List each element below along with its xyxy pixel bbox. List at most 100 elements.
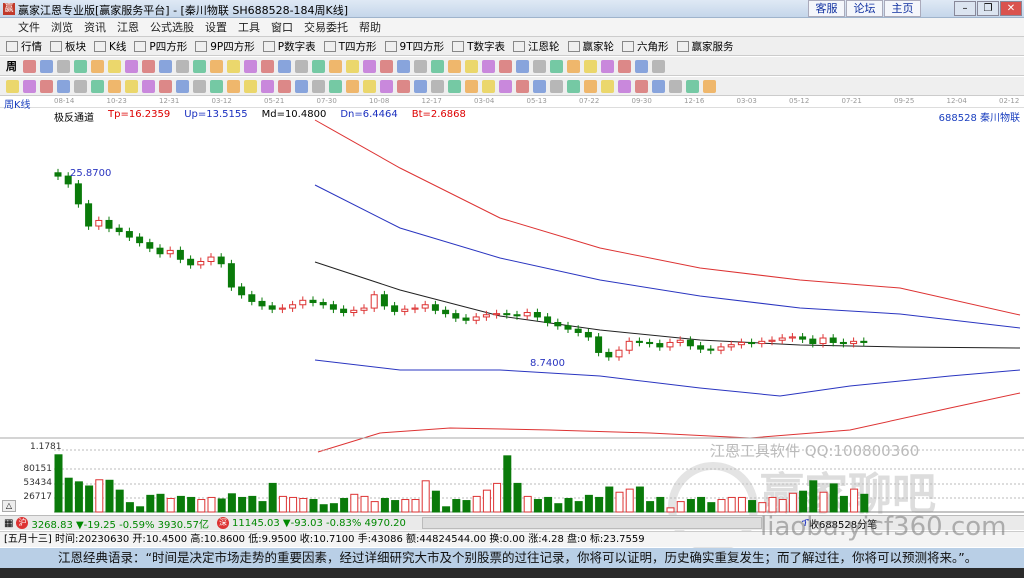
tool-icon[interactable]: [363, 79, 376, 93]
tool-icon[interactable]: [312, 79, 325, 93]
menu-item[interactable]: 文件: [18, 19, 40, 35]
tool-icon[interactable]: [601, 59, 614, 73]
tool-icon[interactable]: [227, 79, 240, 93]
tool-icon[interactable]: [295, 79, 308, 93]
tool-icon[interactable]: [244, 79, 257, 93]
tool-icon[interactable]: [669, 79, 682, 93]
calculator-icon[interactable]: ▦: [4, 518, 13, 529]
toolbar-button[interactable]: P数字表: [262, 39, 316, 54]
tool-icon[interactable]: [499, 59, 512, 73]
tool-icon[interactable]: [397, 79, 410, 93]
tool-icon[interactable]: [618, 59, 631, 73]
tool-icon[interactable]: [23, 59, 36, 73]
tool-icon[interactable]: [108, 79, 121, 93]
tool-icon[interactable]: [40, 79, 53, 93]
forum-link[interactable]: 论坛: [846, 0, 883, 17]
tool-icon[interactable]: [652, 59, 665, 73]
tool-icon[interactable]: [584, 79, 597, 93]
horizontal-scrollbar[interactable]: [421, 517, 762, 529]
tool-icon[interactable]: [329, 79, 342, 93]
tool-icon[interactable]: [57, 79, 70, 93]
restore-button[interactable]: ❐: [977, 1, 999, 16]
menu-item[interactable]: 交易委托: [304, 19, 348, 35]
tool-icon[interactable]: [686, 79, 699, 93]
tool-icon[interactable]: [176, 59, 189, 73]
tool-icon[interactable]: [159, 79, 172, 93]
tool-icon[interactable]: [465, 79, 478, 93]
home-link[interactable]: 主页: [884, 0, 921, 17]
tool-icon[interactable]: [193, 59, 206, 73]
tool-icon[interactable]: [244, 59, 257, 73]
tool-icon[interactable]: [261, 59, 274, 73]
tool-icon[interactable]: [142, 79, 155, 93]
tool-icon[interactable]: [465, 59, 478, 73]
tool-icon[interactable]: [346, 79, 359, 93]
toolbar-button[interactable]: K线: [94, 39, 126, 54]
tool-icon[interactable]: [380, 59, 393, 73]
menu-item[interactable]: 工具: [238, 19, 260, 35]
tool-icon[interactable]: [397, 59, 410, 73]
tool-icon[interactable]: [278, 79, 291, 93]
tool-icon[interactable]: [210, 79, 223, 93]
tool-icon[interactable]: [584, 59, 597, 73]
service-link[interactable]: 客服: [808, 0, 845, 17]
tool-icon[interactable]: [142, 59, 155, 73]
tool-icon[interactable]: [363, 59, 376, 73]
tool-icon[interactable]: [210, 59, 223, 73]
menu-item[interactable]: 设置: [205, 19, 227, 35]
tool-icon[interactable]: [482, 79, 495, 93]
tool-icon[interactable]: [618, 79, 631, 93]
tool-icon[interactable]: [91, 59, 104, 73]
tool-icon[interactable]: [533, 79, 546, 93]
menu-item[interactable]: 窗口: [271, 19, 293, 35]
menu-item[interactable]: 帮助: [359, 19, 381, 35]
tool-icon[interactable]: [448, 79, 461, 93]
period-select[interactable]: 周: [6, 58, 17, 74]
menu-item[interactable]: 公式选股: [150, 19, 194, 35]
minimize-button[interactable]: –: [954, 1, 976, 16]
tool-icon[interactable]: [227, 59, 240, 73]
toolbar-button[interactable]: 江恩轮: [513, 39, 560, 54]
tool-icon[interactable]: [533, 59, 546, 73]
tool-icon[interactable]: [448, 59, 461, 73]
menu-item[interactable]: 资讯: [84, 19, 106, 35]
tool-icon[interactable]: [176, 79, 189, 93]
tool-icon[interactable]: [550, 59, 563, 73]
tool-icon[interactable]: [635, 59, 648, 73]
close-button[interactable]: ✕: [1000, 1, 1022, 16]
tool-icon[interactable]: [482, 59, 495, 73]
tool-icon[interactable]: [703, 79, 716, 93]
toolbar-button[interactable]: T四方形: [323, 39, 377, 54]
toolbar-button[interactable]: P四方形: [134, 39, 187, 54]
tool-icon[interactable]: [193, 79, 206, 93]
tool-icon[interactable]: [550, 79, 563, 93]
tool-icon[interactable]: [499, 79, 512, 93]
toolbar-button[interactable]: 六角形: [622, 39, 669, 54]
tool-icon[interactable]: [74, 59, 87, 73]
tool-icon[interactable]: [601, 79, 614, 93]
sh-index[interactable]: 3268.83 ▼-19.25 -0.59% 3930.57亿: [31, 516, 209, 531]
tool-icon[interactable]: [635, 79, 648, 93]
toolbar-button[interactable]: 行情: [6, 39, 42, 54]
tool-icon[interactable]: [159, 59, 172, 73]
tool-icon[interactable]: [516, 59, 529, 73]
menu-item[interactable]: 江恩: [117, 19, 139, 35]
tool-icon[interactable]: [431, 79, 444, 93]
tool-icon[interactable]: [516, 79, 529, 93]
tool-icon[interactable]: [278, 59, 291, 73]
sz-index[interactable]: 11145.03 ▼-93.03 -0.83% 4970.20: [232, 518, 406, 529]
toolbar-button[interactable]: 赢家服务: [676, 39, 734, 54]
tool-icon[interactable]: [74, 79, 87, 93]
expand-button[interactable]: △: [2, 500, 16, 512]
tool-icon[interactable]: [57, 59, 70, 73]
toolbar-button[interactable]: 赢家轮: [567, 39, 614, 54]
kline-chart[interactable]: 25.8700 8.7400: [0, 108, 1024, 515]
tool-icon[interactable]: [329, 59, 342, 73]
tool-icon[interactable]: [312, 59, 325, 73]
tool-icon[interactable]: [6, 79, 19, 93]
toolbar-button[interactable]: 板块: [50, 39, 86, 54]
tool-icon[interactable]: [414, 79, 427, 93]
toolbar-button[interactable]: 9T四方形: [384, 39, 444, 54]
tool-icon[interactable]: [23, 79, 36, 93]
tool-icon[interactable]: [40, 59, 53, 73]
